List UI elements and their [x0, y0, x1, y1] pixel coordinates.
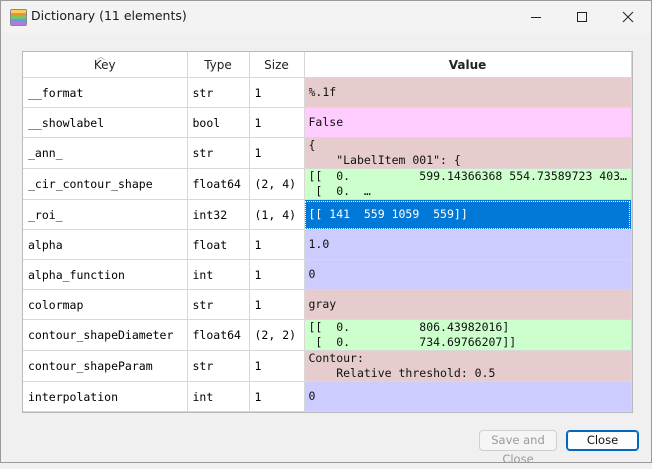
value-line: 0 — [308, 389, 316, 403]
cell-value[interactable]: False — [304, 107, 632, 138]
cell-size[interactable]: 1 — [249, 229, 305, 260]
cell-value[interactable]: gray — [304, 289, 632, 320]
cell-key[interactable]: alpha — [23, 229, 188, 260]
close-window-button[interactable] — [605, 1, 651, 33]
table-row[interactable]: alpha_function int 1 0 — [23, 259, 632, 290]
cell-type[interactable]: str — [187, 350, 250, 382]
value-line: { — [308, 138, 316, 152]
cell-type[interactable]: float — [187, 229, 250, 260]
value-line: False — [308, 115, 344, 129]
table-row[interactable]: interpolation int 1 0 — [23, 381, 632, 412]
cell-key[interactable]: alpha_function — [23, 259, 188, 290]
cell-key[interactable]: interpolation — [23, 381, 188, 412]
cell-type[interactable]: bool — [187, 107, 250, 138]
cell-size[interactable]: (1, 4) — [249, 199, 305, 230]
cell-value[interactable]: [[ 141 559 1059 559]] — [304, 199, 632, 230]
cell-key[interactable]: __format — [23, 77, 188, 108]
table-row[interactable]: colormap str 1 gray — [23, 289, 632, 320]
value-line: [[ 141 559 1059 559]] — [308, 207, 468, 221]
value-line: %.1f — [308, 85, 337, 99]
cell-value[interactable]: [[ 0. 806.43982016] [ 0. 734.69766207]] — [304, 319, 632, 351]
cell-size[interactable]: 1 — [249, 289, 305, 320]
cell-size[interactable]: 1 — [249, 259, 305, 290]
table-row[interactable]: _roi_ int32 (1, 4)[[ 141 559 1059 559]] — [23, 199, 632, 230]
column-header-value[interactable]: Value — [304, 52, 632, 78]
maximize-icon — [577, 12, 587, 22]
minimize-icon — [531, 17, 541, 18]
window-title: Dictionary (11 elements) — [31, 8, 187, 23]
column-header-size[interactable]: Size — [249, 52, 305, 78]
table-row[interactable]: _cir_contour_shape float64 (2, 4)[[ 0. 599… — [23, 168, 632, 200]
cell-key[interactable]: colormap — [23, 289, 188, 320]
value-line: gray — [308, 297, 337, 311]
value-line: [ 0. … — [308, 184, 371, 198]
cell-value[interactable]: 1.0 — [304, 229, 632, 260]
cell-key[interactable]: contour_shapeParam — [23, 350, 188, 382]
cell-type[interactable]: int — [187, 381, 250, 412]
cell-type[interactable]: int32 — [187, 199, 250, 230]
cell-key[interactable]: _cir_contour_shape — [23, 168, 188, 200]
value-line: [ 0. 734.69766207]] — [308, 335, 517, 349]
value-line: Contour: — [308, 351, 364, 365]
value-line: "LabelItem 001": { — [308, 153, 461, 167]
cell-key[interactable]: _roi_ — [23, 199, 188, 230]
table-row[interactable]: contour_shapeDiameter float64 (2, 2)[[ 0. … — [23, 319, 632, 351]
column-header-type[interactable]: Type — [187, 52, 250, 78]
cell-key[interactable]: _ann_ — [23, 137, 188, 169]
cell-size[interactable]: 1 — [249, 350, 305, 382]
cell-value[interactable]: { "LabelItem 001": { — [304, 137, 632, 169]
close-button[interactable]: Close — [566, 430, 639, 451]
table-row[interactable]: contour_shapeParam str 1 Contour: Relative … — [23, 350, 632, 382]
maximize-button[interactable] — [559, 1, 605, 33]
value-line: 1.0 — [308, 237, 330, 251]
cell-type[interactable]: float64 — [187, 319, 250, 351]
table-row[interactable]: __format str 1 %.1f — [23, 77, 632, 108]
dictionary-window: Dictionary (11 elements) ︿ Key Type Size … — [0, 0, 652, 466]
cell-key[interactable]: contour_shapeDiameter — [23, 319, 188, 351]
title-bar[interactable]: Dictionary (11 elements) — [1, 1, 651, 33]
cell-size[interactable]: 1 — [249, 137, 305, 169]
value-line: [[ 0. 806.43982016] — [308, 320, 510, 334]
table-header: ︿ Key Type Size Value — [23, 52, 632, 78]
cell-value[interactable]: 0 — [304, 259, 632, 290]
cell-size[interactable]: 1 — [249, 77, 305, 108]
cell-size[interactable]: 1 — [249, 381, 305, 412]
cell-type[interactable]: str — [187, 77, 250, 108]
cell-key[interactable]: __showlabel — [23, 107, 188, 138]
cell-value[interactable]: %.1f — [304, 77, 632, 108]
cell-value[interactable]: Contour: Relative threshold: 0.5 — [304, 350, 632, 382]
save-and-close-button[interactable]: Save and Close — [479, 430, 557, 466]
cell-size[interactable]: 1 — [249, 107, 305, 138]
cell-value[interactable]: 0 — [304, 381, 632, 412]
table-row[interactable]: __showlabel bool 1 False — [23, 107, 632, 138]
column-header-key[interactable]: ︿ Key — [23, 52, 188, 78]
cell-value[interactable]: [[ 0. 599.14366368 554.73589723 403… [ 0… — [304, 168, 632, 200]
cell-size[interactable]: (2, 2) — [249, 319, 305, 351]
table-row[interactable]: _ann_ str 1{ "LabelItem 001": { — [23, 137, 632, 169]
value-line: 0 — [308, 267, 316, 281]
cell-type[interactable]: str — [187, 289, 250, 320]
table-row[interactable]: alpha float 1 1.0 — [23, 229, 632, 260]
dictionary-table[interactable]: ︿ Key Type Size Value __format str 1 %.1f __s… — [22, 51, 633, 413]
cell-size[interactable]: (2, 4) — [249, 168, 305, 200]
sort-ascending-icon: ︿ — [97, 52, 105, 61]
app-icon — [10, 9, 27, 26]
close-icon — [622, 11, 634, 23]
cell-type[interactable]: int — [187, 259, 250, 290]
minimize-button[interactable] — [513, 1, 559, 33]
cell-type[interactable]: float64 — [187, 168, 250, 200]
value-line: Relative threshold: 0.5 — [308, 366, 496, 380]
value-line: [[ 0. 599.14366368 554.73589723 403… — [308, 169, 628, 183]
cell-type[interactable]: str — [187, 137, 250, 169]
